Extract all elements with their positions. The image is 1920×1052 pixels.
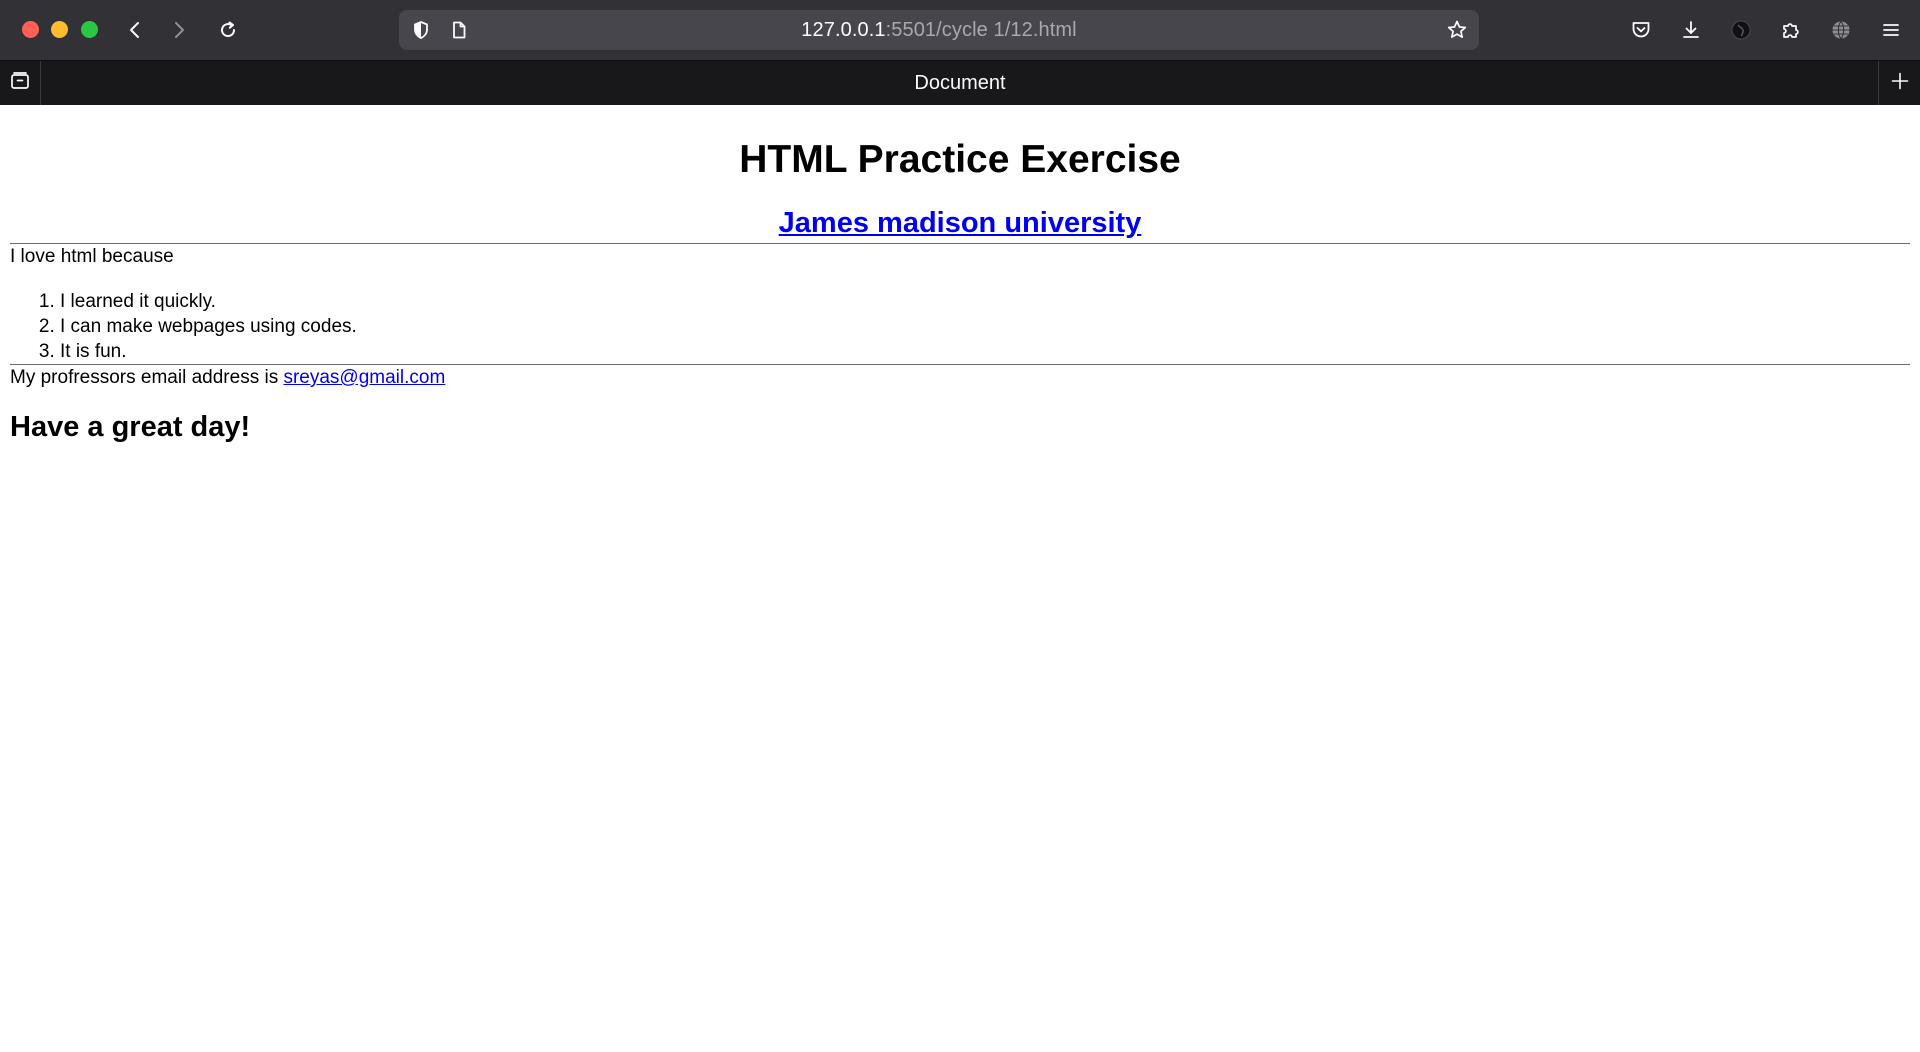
- email-line: My profressors email address is sreyas@g…: [10, 365, 1910, 391]
- browser-toolbar: 127.0.0.1:5501/cycle 1/12.html: [0, 0, 1920, 60]
- plus-icon: [1890, 71, 1910, 96]
- url-host: 127.0.0.1: [801, 18, 886, 41]
- reload-icon[interactable]: [214, 16, 242, 44]
- download-icon[interactable]: [1677, 16, 1705, 44]
- closing-heading: Have a great day!: [10, 411, 251, 443]
- pocket-icon[interactable]: [1627, 16, 1655, 44]
- globe-icon[interactable]: [1827, 16, 1855, 44]
- list-item: I can make webpages using codes.: [60, 314, 1910, 339]
- account-icon[interactable]: [1727, 16, 1755, 44]
- university-link[interactable]: James madison university: [779, 207, 1142, 239]
- university-heading: James madison university: [10, 203, 1910, 243]
- minimize-window-button[interactable]: [51, 21, 68, 38]
- url-text: 127.0.0.1:5501/cycle 1/12.html: [399, 10, 1479, 50]
- page-title: HTML Practice Exercise: [739, 138, 1181, 181]
- list-item: I learned it quickly.: [60, 289, 1910, 314]
- page-content: HTML Practice Exercise James madison uni…: [0, 105, 1920, 1052]
- reasons-list: I learned it quickly. I can make webpage…: [10, 289, 1910, 364]
- back-arrow-icon[interactable]: [121, 16, 149, 44]
- email-prefix: My profressors email address is: [10, 367, 284, 388]
- tab-title: Document: [914, 71, 1006, 94]
- list-item: It is fun.: [60, 339, 1910, 364]
- zoom-window-button[interactable]: [81, 21, 98, 38]
- forward-arrow-icon[interactable]: [165, 16, 193, 44]
- address-bar[interactable]: 127.0.0.1:5501/cycle 1/12.html: [399, 10, 1479, 50]
- email-link[interactable]: sreyas@gmail.com: [283, 367, 445, 388]
- star-icon[interactable]: [1443, 16, 1471, 44]
- url-path: :5501/cycle 1/12.html: [885, 18, 1077, 41]
- hamburger-menu-icon[interactable]: [1877, 16, 1905, 44]
- new-tab-button[interactable]: [1878, 61, 1920, 105]
- tab-strip: Document: [0, 60, 1920, 105]
- close-window-button[interactable]: [22, 21, 39, 38]
- tab-document[interactable]: Document: [0, 61, 1920, 105]
- puzzle-icon[interactable]: [1777, 16, 1805, 44]
- intro-text: I love html because: [10, 246, 174, 267]
